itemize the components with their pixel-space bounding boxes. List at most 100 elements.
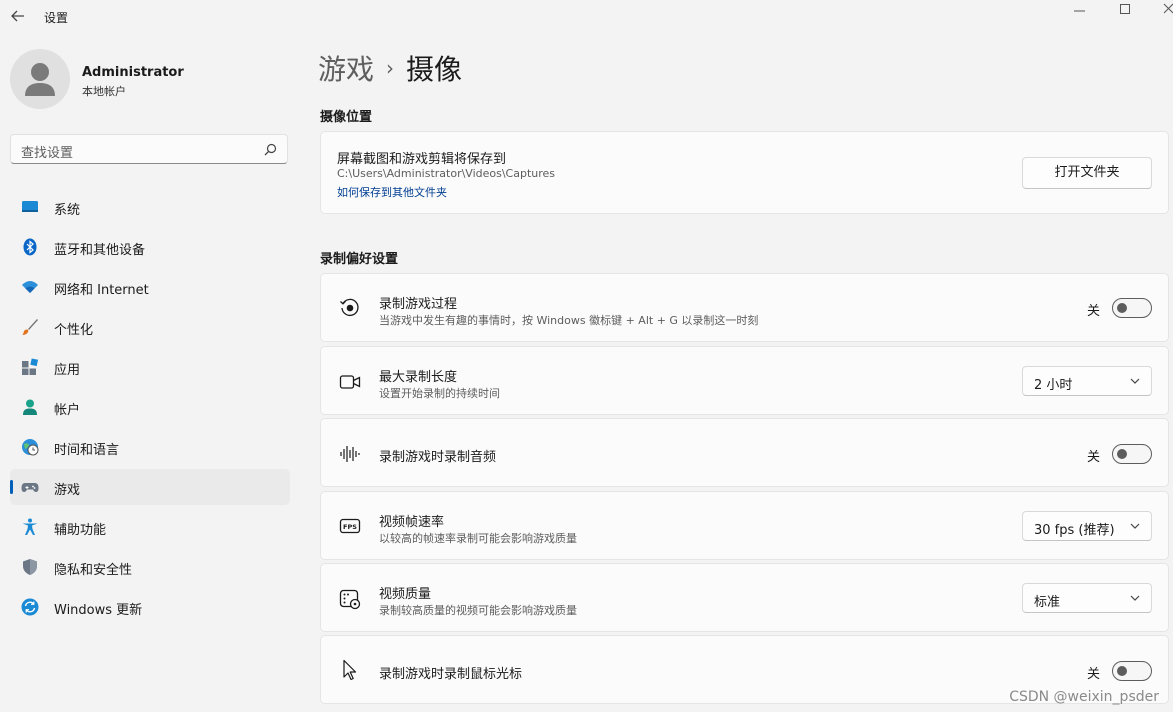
- sidebar-item-network[interactable]: 网络和 Internet: [10, 269, 290, 305]
- sidebar-item-label: 网络和 Internet: [54, 283, 149, 298]
- audio-wave-icon: [340, 446, 360, 462]
- system-icon: [22, 201, 38, 212]
- accessibility-icon: [22, 518, 38, 535]
- toggle-state-label: 关: [1086, 667, 1100, 682]
- setting-description: 设置开始录制的持续时间: [379, 387, 500, 400]
- dropdown-value: 30 fps (推荐): [1034, 523, 1115, 538]
- setting-description: 以较高的帧速率录制可能会影响游戏质量: [379, 532, 577, 545]
- record-cursor-toggle[interactable]: [1112, 661, 1152, 681]
- video-camera-icon: [339, 375, 361, 389]
- shield-icon: [23, 559, 37, 575]
- section-title-recording: 录制偏好设置: [320, 252, 399, 267]
- dropdown-value: 标准: [1034, 595, 1061, 610]
- breadcrumb-separator: ›: [386, 56, 395, 80]
- chevron-down-icon: [1130, 523, 1140, 529]
- capture-location-title: 屏幕截图和游戏剪辑将保存到: [337, 152, 507, 167]
- sidebar-item-label: 游戏: [54, 483, 81, 498]
- page-title: 摄像: [406, 53, 463, 86]
- sidebar-item-label: 时间和语言: [54, 443, 120, 458]
- account-icon: [23, 399, 37, 415]
- user-silhouette-icon: [25, 63, 55, 96]
- search-icon: [264, 143, 277, 156]
- close-button[interactable]: [1148, 0, 1173, 20]
- toggle-knob: [1117, 666, 1127, 676]
- setting-row-video-quality: 视频质量 录制较高质量的视频可能会影响游戏质量 标准: [320, 563, 1169, 632]
- user-name: Administrator: [82, 65, 184, 80]
- frame-rate-dropdown[interactable]: 30 fps (推荐): [1022, 511, 1152, 541]
- sidebar-item-label: 蓝牙和其他设备: [54, 243, 146, 258]
- sidebar-item-system[interactable]: 系统: [10, 189, 290, 225]
- title-bar: 设置: [0, 0, 1173, 34]
- cursor-icon: [343, 659, 357, 681]
- selection-indicator: [10, 480, 13, 494]
- setting-description: 录制较高质量的视频可能会影响游戏质量: [379, 604, 577, 617]
- brush-icon: [22, 319, 38, 335]
- globe-clock-icon: [22, 439, 39, 456]
- setting-title: 视频质量: [379, 587, 432, 602]
- video-quality-icon: [339, 589, 361, 610]
- back-arrow-icon: [11, 10, 24, 22]
- setting-title: 视频帧速率: [379, 515, 445, 530]
- setting-row-record-gameplay: 录制游戏过程 当游戏中发生有趣的事情时，按 Windows 徽标键 + Alt …: [320, 273, 1169, 342]
- setting-title: 录制游戏时录制音频: [379, 450, 497, 465]
- sidebar-item-label: 帐户: [54, 403, 81, 418]
- avatar[interactable]: [10, 49, 70, 109]
- sidebar-item-label: 个性化: [54, 323, 94, 338]
- breadcrumb: 游戏 › 摄像: [318, 48, 462, 88]
- capture-location-card: 屏幕截图和游戏剪辑将保存到 C:\Users\Administrator\Vid…: [320, 131, 1169, 214]
- sidebar-item-label: 应用: [54, 363, 81, 378]
- user-account-type: 本地帐户: [82, 85, 126, 98]
- setting-title: 录制游戏过程: [379, 297, 458, 312]
- apps-icon: [22, 358, 39, 375]
- fps-icon: FPS: [339, 518, 361, 534]
- sidebar-item-label: Windows 更新: [54, 603, 143, 618]
- update-icon: [21, 598, 39, 616]
- close-icon: [1163, 3, 1173, 14]
- sidebar-item-label: 隐私和安全性: [54, 563, 133, 578]
- svg-text:FPS: FPS: [343, 523, 357, 531]
- breadcrumb-parent[interactable]: 游戏: [318, 53, 374, 86]
- record-audio-toggle[interactable]: [1112, 444, 1152, 464]
- setting-description: 当游戏中发生有趣的事情时，按 Windows 徽标键 + Alt + G 以录制…: [379, 314, 759, 327]
- sidebar-item-windows-update[interactable]: Windows 更新: [10, 589, 290, 625]
- watermark: CSDN @weixin_psder: [1009, 689, 1159, 705]
- open-folder-button[interactable]: 打开文件夹: [1022, 157, 1152, 189]
- sidebar-item-accounts[interactable]: 帐户: [10, 389, 290, 425]
- back-button[interactable]: [8, 6, 28, 26]
- toggle-knob: [1117, 449, 1127, 459]
- wifi-icon: [22, 281, 38, 293]
- chevron-down-icon: [1130, 595, 1140, 601]
- sidebar-item-privacy[interactable]: 隐私和安全性: [10, 549, 290, 585]
- sidebar-item-label: 辅助功能: [54, 523, 107, 538]
- gamepad-icon: [21, 483, 39, 492]
- toggle-state-label: 关: [1086, 304, 1100, 319]
- sidebar-item-bluetooth[interactable]: 蓝牙和其他设备: [10, 229, 290, 265]
- sidebar-item-personalization[interactable]: 个性化: [10, 309, 290, 345]
- toggle-knob: [1117, 303, 1127, 313]
- maximize-icon: [1120, 4, 1130, 14]
- max-length-dropdown[interactable]: 2 小时: [1022, 366, 1152, 396]
- toggle-state-label: 关: [1086, 450, 1100, 465]
- minimize-icon: [1074, 10, 1085, 12]
- setting-row-frame-rate: FPS 视频帧速率 以较高的帧速率录制可能会影响游戏质量 30 fps (推荐): [320, 491, 1169, 560]
- capture-path: C:\Users\Administrator\Videos\Captures: [337, 167, 556, 180]
- setting-row-record-audio: 录制游戏时录制音频 关: [320, 418, 1169, 487]
- sidebar-item-apps[interactable]: 应用: [10, 349, 290, 385]
- setting-title: 录制游戏时录制鼠标光标: [379, 667, 523, 682]
- sidebar-item-time-language[interactable]: 时间和语言: [10, 429, 290, 465]
- bluetooth-icon: [23, 238, 37, 256]
- minimize-button[interactable]: [1056, 0, 1102, 20]
- search-input[interactable]: 查找设置: [21, 142, 73, 161]
- video-quality-dropdown[interactable]: 标准: [1022, 583, 1152, 613]
- sidebar-item-accessibility[interactable]: 辅助功能: [10, 509, 290, 545]
- record-gameplay-toggle[interactable]: [1112, 298, 1152, 318]
- setting-row-max-length: 最大录制长度 设置开始录制的持续时间 2 小时: [320, 346, 1169, 415]
- maximize-button[interactable]: [1102, 0, 1148, 20]
- search-box[interactable]: 查找设置: [10, 134, 288, 164]
- chevron-down-icon: [1130, 378, 1140, 384]
- record-icon: [340, 298, 359, 317]
- sidebar-item-gaming[interactable]: 游戏: [10, 469, 290, 505]
- settings-window: 设置 Administrator 本地帐户 查找设置 系统 蓝牙和其他设备 网络…: [0, 0, 1173, 712]
- setting-title: 最大录制长度: [379, 370, 458, 385]
- change-folder-link[interactable]: 如何保存到其他文件夹: [337, 184, 447, 200]
